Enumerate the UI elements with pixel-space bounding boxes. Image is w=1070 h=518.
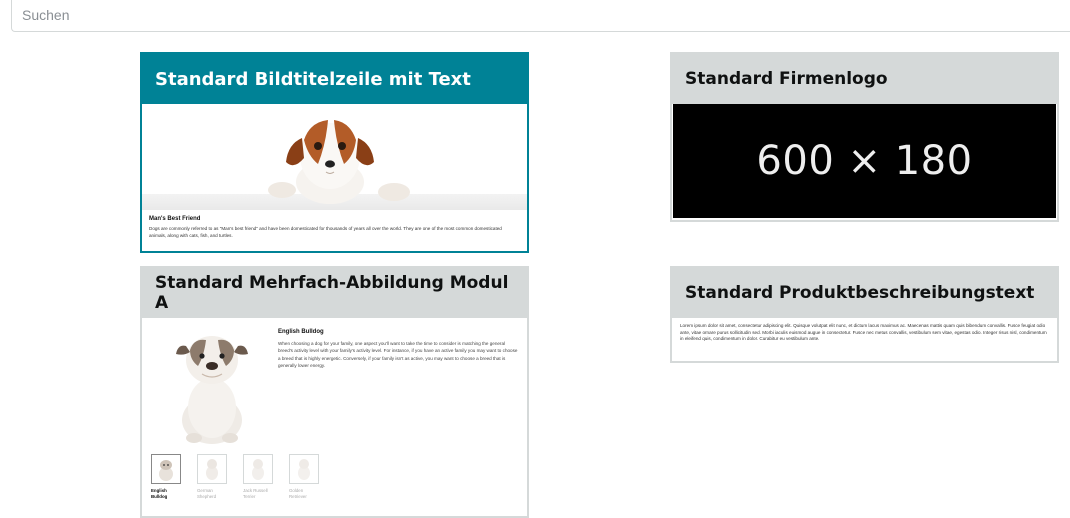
search-bar[interactable] [11, 0, 1070, 32]
terrier-thumb-icon [252, 459, 264, 480]
module-card-product-description[interactable]: Standard Produktbeschreibungstext Lorem … [670, 266, 1059, 363]
preview-title: English Bulldog [278, 329, 324, 335]
module-card-image-header-with-text[interactable]: Standard Bildtitelzeile mit Text Man's B… [140, 52, 529, 253]
bulldog-thumb-icon [159, 460, 173, 481]
search-input[interactable] [12, 0, 1070, 30]
module-card-company-logo[interactable]: Standard Firmenlogo 600 × 180 [670, 52, 1059, 222]
card-title: Standard Produktbeschreibungstext [672, 268, 1057, 318]
module-card-multiple-images-a[interactable]: Standard Mehrfach-Abbildung Modul A Engl… [140, 266, 529, 518]
thumbnail-label: Jack Russell Terrier [243, 488, 268, 499]
card-title: Standard Firmenlogo [672, 54, 1057, 104]
card-title: Standard Bildtitelzeile mit Text [142, 54, 527, 104]
puppy-illustration [268, 120, 410, 204]
bulldog-image [176, 336, 248, 444]
thumbnail-german-shepherd[interactable] [197, 454, 227, 484]
retriever-thumb-icon [298, 459, 310, 480]
preview-body: When choosing a dog for your family, one… [278, 341, 518, 369]
preview-image-puppy [142, 104, 527, 210]
preview-body: Dogs are commonly referred to as "Man's … [149, 226, 502, 238]
preview-title: Man's Best Friend [149, 216, 201, 222]
thumbnail-label: Golden Retriever [289, 488, 307, 499]
thumbnail-jack-russell[interactable] [243, 454, 273, 484]
thumbnail-golden-retriever[interactable] [289, 454, 319, 484]
thumbnail-label: English Bulldog [151, 488, 168, 499]
thumbnail-label: German Shepherd [197, 488, 217, 499]
shepherd-thumb-icon [206, 459, 218, 480]
thumbnail-english-bulldog[interactable] [151, 454, 181, 484]
preview-body: Lorem ipsum dolor sit amet, consectetur … [680, 323, 1047, 342]
card-title: Standard Mehrfach-Abbildung Modul A [142, 268, 527, 318]
logo-placeholder: 600 × 180 [673, 104, 1056, 218]
